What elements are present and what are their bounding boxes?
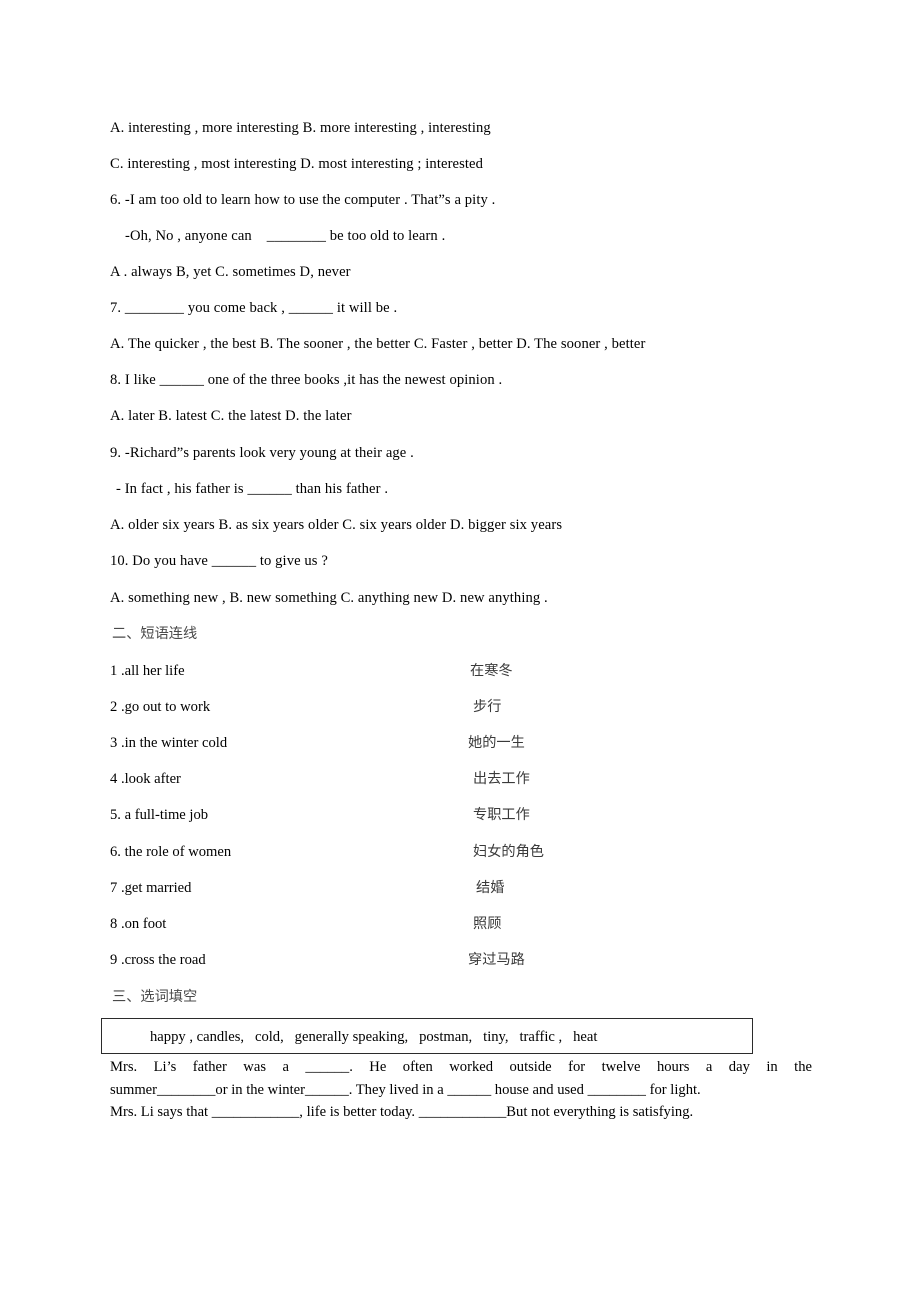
match-item-english: 5. a full-time job	[110, 807, 209, 823]
match-item-chinese: 步行	[473, 699, 502, 715]
question-line: C. interesting , most interesting D. mos…	[110, 156, 484, 172]
cloze-line: Mrs. Li’s father was a ______. He often …	[110, 1059, 812, 1075]
question-line: A. later B. latest C. the latest D. the …	[110, 408, 352, 424]
cloze-paragraph: Mrs. Li’s father was a ______. He often …	[110, 1056, 812, 1124]
cloze-line: summer________or in the winter______. Th…	[110, 1081, 701, 1098]
question-line: A. The quicker , the best B. The sooner …	[110, 336, 646, 352]
match-item-chinese: 妇女的角色	[473, 844, 544, 860]
question-line: 6. -I am too old to learn how to use the…	[110, 192, 496, 208]
match-item-chinese: 专职工作	[473, 807, 530, 823]
match-item-english: 2 .go out to work	[110, 699, 211, 715]
section-heading-three: 三、选词填空	[112, 989, 198, 1005]
word-bank-box: happy , candles, cold, generally speakin…	[101, 1018, 753, 1054]
match-item-english: 4 .look after	[110, 771, 181, 787]
question-line: 8. I like ______ one of the three books …	[110, 372, 503, 388]
match-item-english: 9 .cross the road	[110, 952, 206, 968]
question-line: A. something new , B. new something C. a…	[110, 590, 548, 606]
worksheet-page: A. interesting , more interesting B. mor…	[0, 0, 920, 1302]
match-item-chinese: 她的一生	[468, 735, 525, 751]
question-line: 7. ________ you come back , ______ it wi…	[110, 300, 398, 316]
match-item-english: 1 .all her life	[110, 663, 185, 679]
section-heading-two: 二、短语连线	[112, 626, 198, 642]
match-item-chinese: 在寒冬	[470, 663, 513, 679]
question-line: A. interesting , more interesting B. mor…	[110, 120, 491, 136]
question-line: -Oh, No , anyone can ________ be too old…	[125, 228, 446, 244]
question-line: - In fact , his father is ______ than hi…	[116, 481, 389, 497]
question-line: 10. Do you have ______ to give us ?	[110, 553, 328, 569]
match-item-chinese: 照顾	[473, 916, 502, 932]
question-line: A . always B, yet C. sometimes D, never	[110, 264, 351, 280]
word-bank-text: happy , candles, cold, generally speakin…	[150, 1029, 598, 1045]
match-item-english: 6. the role of women	[110, 844, 232, 860]
match-item-chinese: 穿过马路	[468, 952, 525, 968]
match-item-english: 3 .in the winter cold	[110, 735, 228, 751]
cloze-line: Mrs. Li says that ____________, life is …	[110, 1104, 694, 1120]
question-line: A. older six years B. as six years older…	[110, 517, 563, 533]
match-item-chinese: 出去工作	[473, 771, 530, 787]
match-item-english: 8 .on foot	[110, 916, 167, 932]
question-line: 9. -Richard”s parents look very young at…	[110, 445, 414, 461]
match-item-english: 7 .get married	[110, 880, 192, 896]
match-item-chinese: 结婚	[476, 880, 505, 896]
